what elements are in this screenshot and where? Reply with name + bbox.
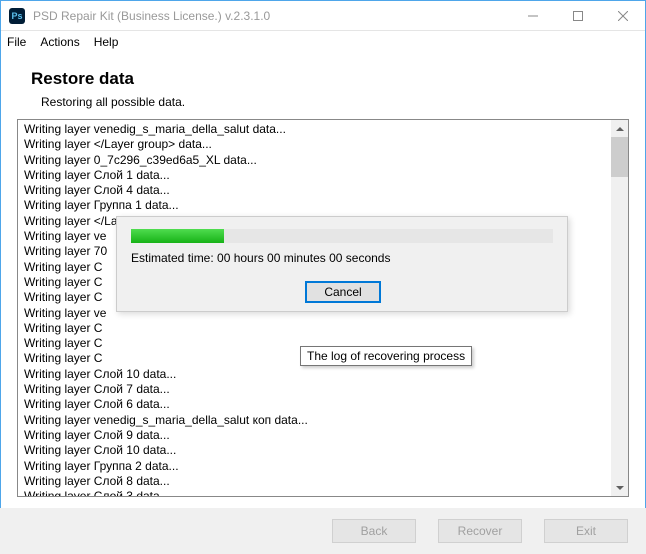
exit-button[interactable]: Exit xyxy=(544,519,628,543)
log-line: Writing layer Слой 8 data... xyxy=(24,474,622,489)
scrollbar[interactable] xyxy=(611,120,628,496)
maximize-button[interactable] xyxy=(555,1,600,30)
log-line: Writing layer venedig_s_maria_della_salu… xyxy=(24,413,622,428)
tooltip: The log of recovering process xyxy=(300,346,472,366)
minimize-button[interactable] xyxy=(510,1,555,30)
log-line: Writing layer Слой 3 data... xyxy=(24,489,622,497)
log-line: Writing layer Слой 4 data... xyxy=(24,183,622,198)
app-icon: Ps xyxy=(9,8,25,24)
menu-help[interactable]: Help xyxy=(94,35,119,49)
log-line: Writing layer </Layer group> data... xyxy=(24,137,622,152)
progress-bar xyxy=(131,229,553,243)
log-line: Writing layer Слой 9 data... xyxy=(24,428,622,443)
log-line: Writing layer Слой 10 data... xyxy=(24,367,622,382)
recover-button[interactable]: Recover xyxy=(438,519,522,543)
log-line: Writing layer Слой 7 data... xyxy=(24,382,622,397)
log-line: Writing layer 0_7c296_c39ed6a5_XL data..… xyxy=(24,153,622,168)
titlebar: Ps PSD Repair Kit (Business License.) v.… xyxy=(1,1,645,31)
progress-dialog: Estimated time: 00 hours 00 minutes 00 s… xyxy=(116,216,568,312)
progress-estimate: Estimated time: 00 hours 00 minutes 00 s… xyxy=(131,251,553,265)
window-controls xyxy=(510,1,645,30)
scroll-thumb[interactable] xyxy=(611,137,628,177)
back-button[interactable]: Back xyxy=(332,519,416,543)
log-line: Writing layer Группа 2 data... xyxy=(24,459,622,474)
log-line: Writing layer Слой 1 data... xyxy=(24,168,622,183)
menu-actions[interactable]: Actions xyxy=(40,35,79,49)
scroll-up-icon[interactable] xyxy=(611,120,628,137)
close-button[interactable] xyxy=(600,1,645,30)
cancel-button[interactable]: Cancel xyxy=(305,281,381,303)
window-title: PSD Repair Kit (Business License.) v.2.3… xyxy=(33,9,510,23)
log-line: Writing layer Группа 1 data... xyxy=(24,198,622,213)
scroll-down-icon[interactable] xyxy=(611,479,628,496)
footer: Back Recover Exit xyxy=(0,508,646,554)
menubar: File Actions Help xyxy=(1,31,645,53)
page-subheading: Restoring all possible data. xyxy=(41,95,629,109)
progress-fill xyxy=(131,229,224,243)
page-heading: Restore data xyxy=(31,69,629,89)
log-line: Writing layer Слой 10 data... xyxy=(24,443,622,458)
menu-file[interactable]: File xyxy=(7,35,26,49)
log-line: Writing layer Слой 6 data... xyxy=(24,397,622,412)
log-line: Writing layer C xyxy=(24,321,622,336)
log-line: Writing layer venedig_s_maria_della_salu… xyxy=(24,122,622,137)
